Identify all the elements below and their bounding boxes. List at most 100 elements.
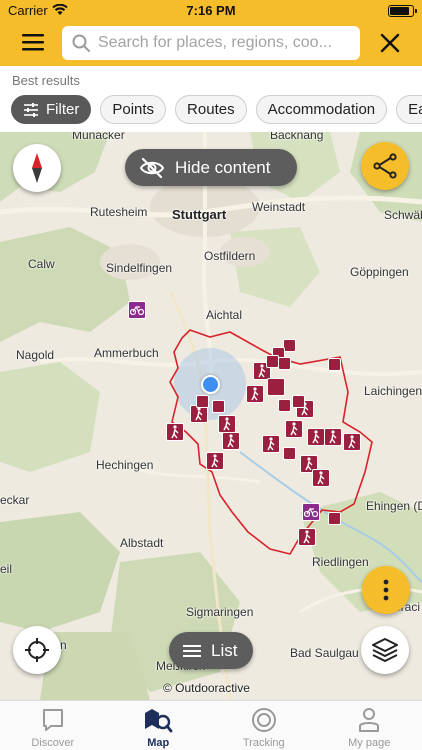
compass-icon (32, 153, 42, 183)
map-icon (145, 709, 173, 733)
bicycle-icon (130, 305, 144, 315)
locate-me-button[interactable] (13, 626, 61, 674)
crosshair-icon (25, 638, 49, 662)
hiker-icon (171, 425, 179, 439)
menu-button[interactable] (12, 28, 48, 56)
bicycle-icon (304, 507, 318, 517)
status-bar: Carrier 7:16 PM (0, 0, 422, 22)
place-label: Göppingen (350, 265, 409, 279)
filter-chips: Filter Points Routes Accommodation Eat (11, 95, 422, 124)
place-label: Bad Saulgau (290, 646, 359, 660)
my-page-icon (359, 708, 380, 732)
hike-marker[interactable] (218, 415, 236, 433)
place-label: Aichtal (206, 308, 243, 322)
filter-chip-label: Filter (46, 101, 80, 118)
filter-chip[interactable]: Filter (11, 95, 92, 124)
tab-discover[interactable]: Discover (0, 701, 106, 750)
hike-marker[interactable] (222, 432, 240, 450)
hike-marker[interactable] (246, 385, 264, 403)
place-label: Laichingen (364, 384, 422, 398)
hide-content-button[interactable]: Hide content (125, 149, 297, 186)
hike-marker[interactable] (262, 435, 280, 453)
current-location-marker (201, 375, 220, 394)
route-planner-icon (373, 153, 397, 179)
hike-marker[interactable] (343, 433, 361, 451)
place-label: Backnang (270, 132, 324, 142)
place-label: Calw (28, 257, 55, 271)
chip-points[interactable]: Points (100, 95, 167, 124)
hike-marker[interactable] (166, 423, 184, 441)
tracking-icon (251, 708, 276, 732)
place-label: Stuttgart (172, 207, 227, 222)
hamburger-icon (22, 34, 44, 51)
more-vertical-icon (383, 579, 389, 601)
sliders-icon (24, 102, 38, 117)
hike-marker[interactable] (324, 428, 342, 446)
map-attribution: © Outdooractive (163, 681, 250, 695)
hike-marker[interactable] (206, 452, 224, 470)
close-search-button[interactable] (374, 28, 406, 58)
hiker-icon (329, 430, 337, 444)
layers-icon (372, 638, 398, 662)
place-label: Ehingen (Do (366, 499, 422, 513)
bike-marker[interactable] (302, 503, 320, 521)
place-label: Riedlingen (312, 555, 369, 569)
place-label: Ostfildern (204, 249, 256, 263)
chip-routes[interactable]: Routes (175, 95, 247, 124)
map-view[interactable]: Munacker Backnang Rutesheim Stuttgart We… (0, 132, 422, 700)
tab-label: My page (348, 737, 391, 749)
hike-marker[interactable] (312, 469, 330, 487)
poi-marker[interactable] (278, 399, 291, 412)
place-label: Sigmaringen (186, 605, 254, 619)
poi-marker[interactable] (292, 395, 305, 408)
hiker-icon (348, 435, 356, 449)
search-box[interactable] (62, 26, 360, 60)
list-icon (183, 644, 201, 657)
battery-icon (388, 5, 417, 17)
tab-map[interactable]: Map (106, 701, 212, 750)
place-label: Albstadt (120, 536, 164, 550)
close-icon (380, 33, 400, 53)
route-planner-button[interactable] (361, 142, 409, 190)
tab-label: Tracking (242, 737, 285, 749)
hiker-icon (312, 430, 320, 444)
tab-my-page[interactable]: My page (317, 701, 422, 750)
compass-button[interactable] (13, 144, 61, 192)
app-header: Carrier 7:16 PM (0, 0, 422, 66)
layers-button[interactable] (361, 626, 409, 674)
results-bar: Best results Filter Points Routes Accomm… (0, 66, 422, 132)
place-label: Munacker (72, 132, 125, 142)
poi-marker[interactable] (328, 512, 341, 525)
tab-tracking[interactable]: Tracking (211, 701, 317, 750)
place-label: eckar (0, 493, 30, 507)
best-results-label: Best results (12, 73, 80, 88)
tab-label: Map (147, 737, 170, 749)
search-icon (72, 34, 90, 52)
hike-marker[interactable] (298, 528, 316, 546)
search-input[interactable] (98, 26, 354, 60)
poi-marker[interactable] (212, 400, 225, 413)
hide-content-label: Hide content (175, 157, 271, 177)
hike-marker[interactable] (307, 428, 325, 446)
hiker-icon (195, 407, 203, 421)
place-label: Schwäbi (384, 208, 422, 222)
poi-marker[interactable] (196, 395, 209, 408)
poi-marker[interactable] (328, 358, 341, 371)
eye-slash-icon (139, 157, 165, 178)
place-label: Sindelfingen (106, 261, 173, 275)
place-label: Rutesheim (90, 205, 148, 219)
hike-marker[interactable] (285, 420, 303, 438)
tab-bar: Discover Map Tracking My page (0, 700, 422, 750)
bike-marker[interactable] (128, 301, 146, 319)
poi-marker[interactable] (283, 447, 296, 460)
list-button[interactable]: List (169, 632, 253, 669)
chip-accommodation[interactable]: Accommodation (255, 95, 388, 124)
more-options-button[interactable] (362, 566, 410, 614)
clock: 7:16 PM (186, 3, 236, 18)
hiker-icon (223, 417, 231, 431)
chip-eat[interactable]: Eat (396, 95, 422, 124)
discover-icon (42, 709, 63, 731)
hike-marker[interactable] (267, 378, 285, 396)
place-label: Ammerbuch (94, 346, 159, 360)
poi-marker[interactable] (278, 357, 291, 370)
